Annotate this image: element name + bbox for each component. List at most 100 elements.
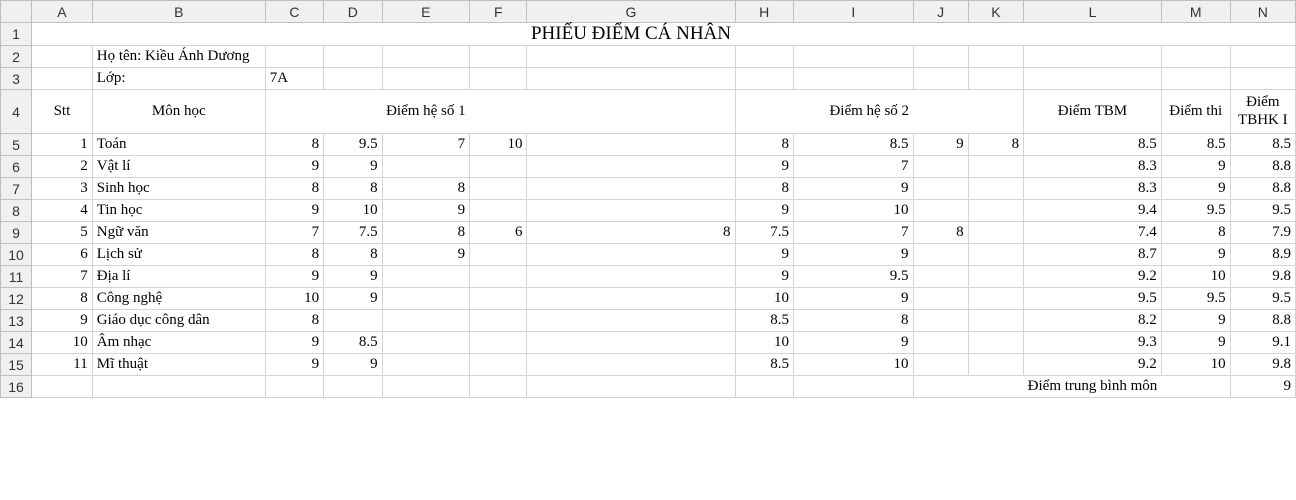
cell-stt[interactable]: 10	[32, 332, 93, 354]
cell-h1-4[interactable]: 6	[470, 222, 527, 244]
cell-h1-3[interactable]	[382, 156, 470, 178]
cell-tbhk[interactable]: 9.5	[1230, 200, 1295, 222]
cell-h1-2[interactable]: 10	[324, 200, 382, 222]
cell-h1-2[interactable]: 7.5	[324, 222, 382, 244]
cell-subject-name[interactable]: Sinh học	[92, 178, 265, 200]
col-header-E[interactable]: E	[382, 1, 470, 23]
cell-h2-1[interactable]: 8.5	[735, 354, 793, 376]
cell-tbhk[interactable]: 8.8	[1230, 156, 1295, 178]
cell-h2-2[interactable]: 7	[793, 222, 913, 244]
cell-h2-4[interactable]	[968, 354, 1024, 376]
cell-h2-2[interactable]: 10	[793, 354, 913, 376]
hdr-mon[interactable]: Môn học	[92, 90, 265, 134]
cell-h2-3[interactable]	[913, 310, 968, 332]
cell-thi[interactable]: 9	[1161, 178, 1230, 200]
cell-h1-3[interactable]: 9	[382, 200, 470, 222]
cell-stt[interactable]: 8	[32, 288, 93, 310]
cell-h2-2[interactable]: 9	[793, 244, 913, 266]
cell-h1-1[interactable]: 9	[265, 200, 323, 222]
col-header-K[interactable]: K	[968, 1, 1024, 23]
cell-stt[interactable]: 7	[32, 266, 93, 288]
cell-h1-5[interactable]	[527, 134, 735, 156]
cell-subject-name[interactable]: Âm nhạc	[92, 332, 265, 354]
cell-h1-4[interactable]	[470, 200, 527, 222]
cell-thi[interactable]: 9	[1161, 244, 1230, 266]
cell-subject-name[interactable]: Tin học	[92, 200, 265, 222]
cell-thi[interactable]: 8.5	[1161, 134, 1230, 156]
spreadsheet-grid[interactable]: A B C D E F G H I J K L M N 1 PHIẾU ĐIỂM…	[0, 0, 1296, 398]
class-value[interactable]: 7A	[265, 68, 323, 90]
cell-h2-4[interactable]	[968, 178, 1024, 200]
page-title[interactable]: PHIẾU ĐIỂM CÁ NHÂN	[527, 23, 735, 46]
col-header-J[interactable]: J	[913, 1, 968, 23]
cell-h2-2[interactable]: 8.5	[793, 134, 913, 156]
cell-h1-1[interactable]: 9	[265, 156, 323, 178]
col-header-M[interactable]: M	[1161, 1, 1230, 23]
cell-h1-4[interactable]	[470, 354, 527, 376]
cell-thi[interactable]: 9	[1161, 332, 1230, 354]
cell-h2-3[interactable]	[913, 178, 968, 200]
cell-h1-5[interactable]	[527, 178, 735, 200]
cell-stt[interactable]: 4	[32, 200, 93, 222]
row-header-5[interactable]: 5	[1, 134, 32, 156]
cell-tbhk[interactable]: 8.8	[1230, 178, 1295, 200]
cell-h1-1[interactable]: 8	[265, 310, 323, 332]
cell-h1-3[interactable]	[382, 288, 470, 310]
cell-stt[interactable]: 1	[32, 134, 93, 156]
cell-h2-4[interactable]	[968, 332, 1024, 354]
cell-h1-2[interactable]: 8	[324, 244, 382, 266]
cell-h2-2[interactable]: 9	[793, 288, 913, 310]
cell-h2-2[interactable]: 9	[793, 332, 913, 354]
cell-stt[interactable]: 6	[32, 244, 93, 266]
cell-h1-1[interactable]: 9	[265, 354, 323, 376]
cell-h1-3[interactable]: 9	[382, 244, 470, 266]
cell-tbm[interactable]: 9.2	[1024, 266, 1162, 288]
cell-h2-2[interactable]: 8	[793, 310, 913, 332]
cell-h2-2[interactable]: 9.5	[793, 266, 913, 288]
cell-h2-4[interactable]	[968, 156, 1024, 178]
col-header-B[interactable]: B	[92, 1, 265, 23]
footer-value[interactable]: 9	[1230, 376, 1295, 398]
cell-tbm[interactable]: 9.4	[1024, 200, 1162, 222]
cell-h1-1[interactable]: 7	[265, 222, 323, 244]
row-header-2[interactable]: 2	[1, 46, 32, 68]
cell-tbhk[interactable]: 9.1	[1230, 332, 1295, 354]
cell-h1-4[interactable]	[470, 178, 527, 200]
cell-h1-3[interactable]	[382, 266, 470, 288]
cell-tbhk[interactable]: 9.8	[1230, 354, 1295, 376]
cell-h2-1[interactable]: 8	[735, 178, 793, 200]
cell-h2-1[interactable]: 8	[735, 134, 793, 156]
col-header-C[interactable]: C	[265, 1, 323, 23]
cell-subject-name[interactable]: Ngữ văn	[92, 222, 265, 244]
row-header-11[interactable]: 11	[1, 266, 32, 288]
cell-h2-4[interactable]	[968, 266, 1024, 288]
cell-h1-3[interactable]: 8	[382, 222, 470, 244]
hdr-he-so-2[interactable]: Điểm hệ số 2	[793, 90, 913, 134]
cell-h1-1[interactable]: 8	[265, 244, 323, 266]
cell-h1-2[interactable]	[324, 310, 382, 332]
cell-h2-3[interactable]	[913, 200, 968, 222]
row-header-4[interactable]: 4	[1, 90, 32, 134]
cell-h1-4[interactable]	[470, 266, 527, 288]
cell-h1-5[interactable]	[527, 244, 735, 266]
cell-h1-5[interactable]	[527, 332, 735, 354]
row-header-10[interactable]: 10	[1, 244, 32, 266]
cell-subject-name[interactable]: Toán	[92, 134, 265, 156]
cell-h1-4[interactable]	[470, 156, 527, 178]
row-header-9[interactable]: 9	[1, 222, 32, 244]
cell-h2-1[interactable]: 9	[735, 156, 793, 178]
hdr-tbm[interactable]: Điểm TBM	[1024, 90, 1162, 134]
cell-stt[interactable]: 9	[32, 310, 93, 332]
cell-h1-2[interactable]: 9	[324, 156, 382, 178]
footer-label[interactable]: Điểm trung bình môn	[1024, 376, 1162, 398]
cell-h2-4[interactable]: 8	[968, 134, 1024, 156]
row-header-8[interactable]: 8	[1, 200, 32, 222]
cell-h1-3[interactable]	[382, 354, 470, 376]
cell-h2-3[interactable]	[913, 332, 968, 354]
cell-tbm[interactable]: 9.3	[1024, 332, 1162, 354]
cell-h1-1[interactable]: 8	[265, 134, 323, 156]
hdr-stt[interactable]: Stt	[32, 90, 93, 134]
cell-h1-4[interactable]	[470, 244, 527, 266]
cell-tbhk[interactable]: 8.5	[1230, 134, 1295, 156]
hdr-thi[interactable]: Điểm thi	[1161, 90, 1230, 134]
